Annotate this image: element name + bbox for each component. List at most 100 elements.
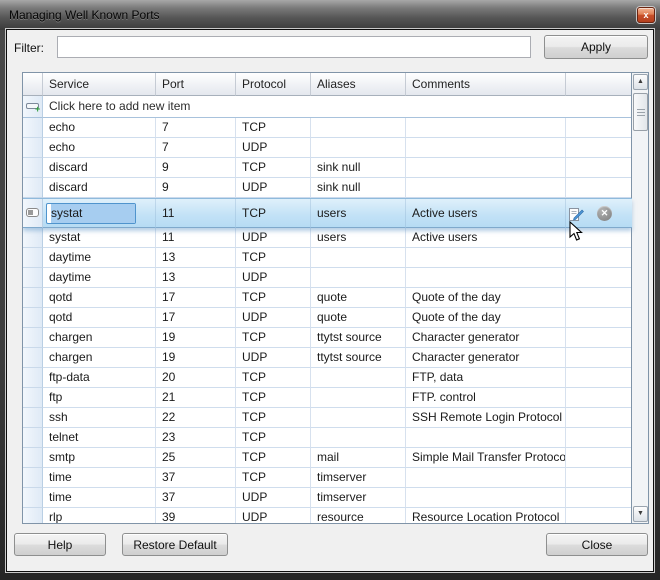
scrollbar-thumb[interactable] — [633, 93, 648, 131]
filter-input[interactable] — [57, 36, 531, 58]
cell-service[interactable]: echo — [43, 138, 156, 158]
cell-comments[interactable] — [406, 268, 566, 288]
cell-aliases[interactable] — [311, 368, 406, 388]
cell-port[interactable]: 39 — [156, 508, 236, 523]
column-header-actions[interactable] — [566, 73, 632, 96]
cell-service[interactable]: systat — [43, 199, 156, 228]
cell-port[interactable]: 22 — [156, 408, 236, 428]
cell-port[interactable]: 37 — [156, 488, 236, 508]
row-indicator-cell[interactable] — [23, 138, 43, 158]
cell-service[interactable]: ftp — [43, 388, 156, 408]
cell-port[interactable]: 7 — [156, 118, 236, 138]
cell-protocol[interactable]: TCP — [236, 428, 311, 448]
row-indicator-cell[interactable] — [23, 228, 43, 248]
cell-comments[interactable] — [406, 488, 566, 508]
cell-port[interactable]: 23 — [156, 428, 236, 448]
row-indicator-cell[interactable] — [23, 428, 43, 448]
cell-service[interactable]: time — [43, 468, 156, 488]
cell-port[interactable]: 25 — [156, 448, 236, 468]
row-indicator-cell[interactable] — [23, 308, 43, 328]
new-item-row[interactable]: Click here to add new item — [23, 96, 632, 118]
cell-comments[interactable]: Resource Location Protocol — [406, 508, 566, 523]
vertical-scrollbar[interactable]: ▲ ▼ — [631, 73, 648, 523]
cell-aliases[interactable]: mail — [311, 448, 406, 468]
cell-protocol[interactable]: UDP — [236, 348, 311, 368]
cell-protocol[interactable]: TCP — [236, 158, 311, 178]
cell-port[interactable]: 9 — [156, 178, 236, 198]
cell-service[interactable]: rlp — [43, 508, 156, 523]
cell-service[interactable]: qotd — [43, 288, 156, 308]
column-header-port[interactable]: Port — [156, 73, 236, 96]
cell-port[interactable]: 17 — [156, 288, 236, 308]
scroll-down-button[interactable]: ▼ — [633, 506, 648, 522]
cell-port[interactable]: 19 — [156, 348, 236, 368]
help-button[interactable]: Help — [14, 533, 106, 556]
cell-protocol[interactable]: UDP — [236, 508, 311, 523]
cell-comments[interactable] — [406, 248, 566, 268]
row-indicator-cell[interactable] — [23, 199, 43, 228]
cancel-icon[interactable]: ✕ — [597, 206, 612, 221]
cell-protocol[interactable]: TCP — [236, 328, 311, 348]
cell-aliases[interactable] — [311, 268, 406, 288]
cell-port[interactable]: 21 — [156, 388, 236, 408]
cell-service[interactable]: daytime — [43, 248, 156, 268]
cell-protocol[interactable]: TCP — [236, 468, 311, 488]
row-indicator-cell[interactable] — [23, 468, 43, 488]
cell-comments[interactable]: Character generator — [406, 328, 566, 348]
cell-port[interactable]: 11 — [156, 228, 236, 248]
cell-comments[interactable] — [406, 428, 566, 448]
cell-protocol[interactable]: UDP — [236, 268, 311, 288]
cell-service[interactable]: daytime — [43, 268, 156, 288]
cell-comments[interactable] — [406, 118, 566, 138]
cell-protocol[interactable]: UDP — [236, 178, 311, 198]
close-button[interactable]: Close — [546, 533, 648, 556]
cell-service[interactable]: qotd — [43, 308, 156, 328]
window-close-button[interactable]: x — [637, 7, 655, 23]
apply-button[interactable]: Apply — [544, 35, 648, 59]
column-header-comments[interactable]: Comments — [406, 73, 566, 96]
cell-protocol[interactable]: TCP — [236, 448, 311, 468]
cell-protocol[interactable]: TCP — [236, 408, 311, 428]
cell-port[interactable]: 13 — [156, 248, 236, 268]
cell-port[interactable]: 7 — [156, 138, 236, 158]
cell-protocol[interactable]: UDP — [236, 228, 311, 248]
cell-comments[interactable]: Quote of the day — [406, 308, 566, 328]
cell-service[interactable]: telnet — [43, 428, 156, 448]
cell-service[interactable]: systat — [43, 228, 156, 248]
cell-comments[interactable]: Character generator — [406, 348, 566, 368]
cell-aliases[interactable]: sink null — [311, 158, 406, 178]
cell-port[interactable]: 11 — [156, 199, 236, 228]
cell-aliases[interactable] — [311, 408, 406, 428]
row-indicator-cell[interactable] — [23, 288, 43, 308]
cell-aliases[interactable]: quote — [311, 308, 406, 328]
row-indicator-cell[interactable] — [23, 348, 43, 368]
row-indicator-cell[interactable] — [23, 248, 43, 268]
scroll-up-button[interactable]: ▲ — [633, 74, 648, 90]
cell-protocol[interactable]: TCP — [236, 288, 311, 308]
cell-aliases[interactable]: ttytst source — [311, 348, 406, 368]
cell-protocol[interactable]: TCP — [236, 388, 311, 408]
cell-aliases[interactable] — [311, 428, 406, 448]
cell-aliases[interactable]: timserver — [311, 488, 406, 508]
cell-protocol[interactable]: UDP — [236, 488, 311, 508]
column-header-protocol[interactable]: Protocol — [236, 73, 311, 96]
cell-port[interactable]: 37 — [156, 468, 236, 488]
cell-comments[interactable]: FTP. control — [406, 388, 566, 408]
row-indicator-cell[interactable] — [23, 328, 43, 348]
cell-protocol[interactable]: TCP — [236, 118, 311, 138]
cell-aliases[interactable]: ttytst source — [311, 328, 406, 348]
cell-port[interactable]: 17 — [156, 308, 236, 328]
cell-aliases[interactable]: users — [311, 199, 406, 228]
cell-aliases[interactable]: resource — [311, 508, 406, 523]
cell-port[interactable]: 20 — [156, 368, 236, 388]
cell-comments[interactable] — [406, 468, 566, 488]
cell-protocol[interactable]: TCP — [236, 368, 311, 388]
cell-protocol[interactable]: UDP — [236, 308, 311, 328]
cell-protocol[interactable]: TCP — [236, 199, 311, 228]
cell-aliases[interactable]: timserver — [311, 468, 406, 488]
cell-service[interactable]: chargen — [43, 348, 156, 368]
cell-comments[interactable]: Active users — [406, 228, 566, 248]
cell-comments[interactable]: Quote of the day — [406, 288, 566, 308]
row-indicator-cell[interactable] — [23, 488, 43, 508]
cell-comments[interactable]: FTP, data — [406, 368, 566, 388]
